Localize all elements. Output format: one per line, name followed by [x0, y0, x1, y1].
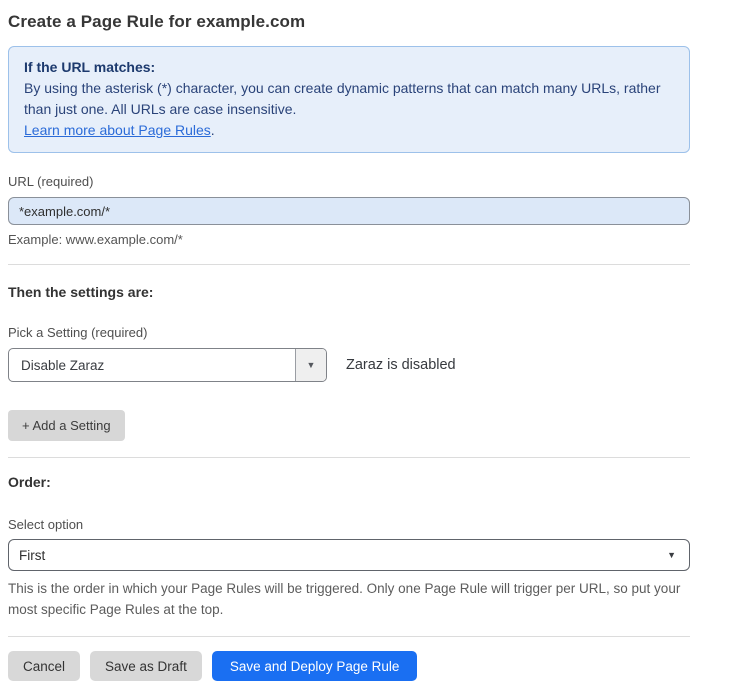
cancel-button[interactable]: Cancel: [8, 651, 80, 681]
settings-heading: Then the settings are:: [8, 284, 690, 301]
url-input[interactable]: [8, 197, 690, 225]
order-heading: Order:: [8, 474, 690, 491]
chevron-down-icon: ▼: [667, 551, 676, 560]
setting-select-value: Disable Zaraz: [9, 349, 295, 381]
order-select[interactable]: First ▼: [8, 539, 690, 571]
link-suffix: .: [211, 122, 215, 138]
section-divider: [8, 457, 690, 458]
chevron-down-icon: ▼: [307, 361, 316, 370]
section-divider: [8, 636, 690, 637]
order-select-label: Select option: [8, 517, 690, 533]
setting-select-arrow-button[interactable]: ▼: [295, 349, 326, 381]
page-rule-form: Create a Page Rule for example.com If th…: [0, 0, 750, 681]
order-helper-text: This is the order in which your Page Rul…: [8, 578, 690, 620]
add-setting-button[interactable]: + Add a Setting: [8, 410, 125, 441]
form-actions: Cancel Save as Draft Save and Deploy Pag…: [8, 651, 690, 681]
info-box-body: By using the asterisk (*) character, you…: [24, 78, 672, 120]
save-and-deploy-button[interactable]: Save and Deploy Page Rule: [212, 651, 418, 681]
section-divider: [8, 264, 690, 265]
order-select-value: First: [19, 548, 45, 563]
info-box-heading: If the URL matches:: [24, 57, 674, 78]
url-match-info-box: If the URL matches: By using the asteris…: [8, 46, 690, 153]
setting-status-text: Zaraz is disabled: [346, 357, 456, 373]
url-field-label: URL (required): [8, 174, 94, 189]
learn-more-link[interactable]: Learn more about Page Rules: [24, 122, 211, 138]
page-title: Create a Page Rule for example.com: [8, 12, 750, 32]
setting-picker-label: Pick a Setting (required): [8, 325, 690, 341]
url-example-text: Example: www.example.com/*: [8, 232, 690, 248]
save-as-draft-button[interactable]: Save as Draft: [90, 651, 202, 681]
setting-select[interactable]: Disable Zaraz ▼: [8, 348, 327, 382]
